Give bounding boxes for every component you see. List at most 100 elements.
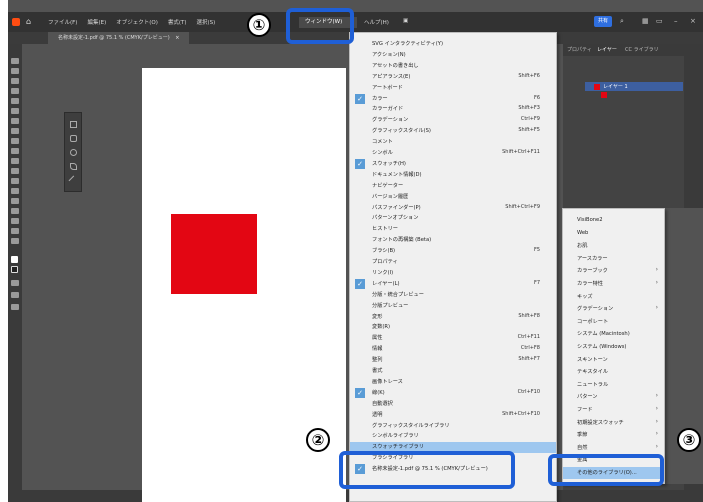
menu-item[interactable]: グラフィックスタイル(S) Shift+F5 <box>350 126 556 137</box>
eraser-tool-icon[interactable] <box>11 138 19 144</box>
workspace-icon[interactable]: ▦ <box>642 17 649 25</box>
blend-tool-icon[interactable] <box>11 188 19 194</box>
submenu-item[interactable]: カラー特性 › <box>563 278 664 290</box>
menu-item[interactable]: カラーガイド Shift+F3 <box>350 104 556 115</box>
menu-item[interactable]: アピアランス(E) Shift+F6 <box>350 72 556 83</box>
menu-item[interactable]: 自動選択 <box>350 399 556 410</box>
tab-cc-libraries[interactable]: CC ライブラリ <box>625 46 659 53</box>
type-tool-icon[interactable] <box>11 118 19 124</box>
submenu-item[interactable]: コーポレート <box>563 316 664 328</box>
menu-item[interactable]: バージョン履歴 <box>350 192 556 203</box>
menu-item[interactable]: グラフィックスタイルライブラリ <box>350 421 556 432</box>
menu-item[interactable]: 分版プレビュー <box>350 301 556 312</box>
submenu-item[interactable]: カラーブック › <box>563 265 664 277</box>
menu-item[interactable]: パターンオプション <box>350 213 556 224</box>
tab-layers[interactable]: レイヤー <box>597 46 617 53</box>
submenu-item[interactable]: テキスタイル <box>563 366 664 378</box>
graph-tool-icon[interactable] <box>11 208 19 214</box>
menu-item[interactable]: シンボルライブラリ <box>350 431 556 442</box>
minimize-icon[interactable]: – <box>674 17 678 25</box>
menu-icon[interactable]: ▣ <box>403 18 408 26</box>
fill-color-icon[interactable] <box>11 256 18 263</box>
screen-mode-icon[interactable] <box>11 304 19 310</box>
curvature-tool-icon[interactable] <box>11 88 19 94</box>
menu-item[interactable]: 選択(S) <box>197 18 216 26</box>
submenu-item[interactable]: Web <box>563 228 664 240</box>
color-mode-icon[interactable] <box>11 280 19 286</box>
menu-item[interactable]: ヘルプ(H) <box>364 18 389 26</box>
rectangle-icon[interactable] <box>70 121 77 128</box>
menu-item[interactable]: 編集(E) <box>87 18 106 26</box>
arrange-icon[interactable]: ▭ <box>656 17 663 25</box>
submenu-item[interactable]: 自然 › <box>563 442 664 454</box>
menu-item[interactable]: 画像トレース <box>350 377 556 388</box>
menu-item[interactable]: ✓ 線(K) Ctrl+F10 <box>350 387 556 399</box>
submenu-item[interactable]: パターン › <box>563 391 664 403</box>
rotate-tool-icon[interactable] <box>11 128 19 134</box>
layer-row[interactable]: レイヤー 1 <box>585 82 683 91</box>
red-rectangle[interactable] <box>171 214 257 294</box>
line-icon[interactable] <box>68 175 79 186</box>
line-tool-icon[interactable] <box>11 108 19 114</box>
submenu-item[interactable]: システム (Windows) <box>563 341 664 353</box>
submenu-item[interactable]: お肌 <box>563 240 664 252</box>
submenu-item[interactable]: アースカラー <box>563 253 664 265</box>
submenu-item[interactable]: システム (Macintosh) <box>563 328 664 340</box>
menu-item[interactable]: ✓ カラー F6 <box>350 93 556 105</box>
menu-item[interactable]: リンク(I) <box>350 268 556 279</box>
menu-item[interactable]: 書式 <box>350 366 556 377</box>
submenu-item[interactable]: 初期設定スウォッチ › <box>563 417 664 429</box>
menu-item[interactable]: 属性 Ctrl+F11 <box>350 333 556 344</box>
menu-item[interactable]: ✓ レイヤー(L) F7 <box>350 278 556 290</box>
menu-item[interactable]: ファイル(F) <box>48 18 77 26</box>
menu-item[interactable]: オブジェクト(O) <box>116 18 158 26</box>
menu-item[interactable]: アクション(N) <box>350 50 556 61</box>
zoom-tool-icon[interactable] <box>11 238 19 244</box>
tab-properties[interactable]: プロパティ <box>567 46 592 53</box>
close-icon[interactable]: × <box>175 35 179 41</box>
menu-item[interactable]: 分版・統合プレビュー <box>350 290 556 301</box>
submenu-item[interactable]: フード › <box>563 404 664 416</box>
menu-item[interactable]: アセットの書き出し <box>350 61 556 72</box>
rectangle-tool-icon[interactable] <box>11 98 19 104</box>
menu-item[interactable]: ヒストリー <box>350 224 556 235</box>
home-icon[interactable]: ⌂ <box>26 17 31 26</box>
width-tool-icon[interactable] <box>11 158 19 164</box>
menu-item[interactable]: SVG インタラクティビティ(Y) <box>350 39 556 50</box>
symbol-sprayer-tool-icon[interactable] <box>11 198 19 204</box>
menu-item[interactable]: 変数(R) <box>350 322 556 333</box>
pen-tool-icon[interactable] <box>11 78 19 84</box>
shape-builder-tool-icon[interactable] <box>11 168 19 174</box>
polygon-icon[interactable] <box>70 163 77 170</box>
eyedropper-tool-icon[interactable] <box>11 178 19 184</box>
menu-item[interactable]: ナビゲーター <box>350 181 556 192</box>
menu-item[interactable]: シンボル Shift+Ctrl+F11 <box>350 148 556 159</box>
menu-item[interactable]: アートボード <box>350 83 556 94</box>
submenu-item[interactable]: ニュートラル <box>563 379 664 391</box>
menu-item[interactable]: 整列 Shift+F7 <box>350 355 556 366</box>
document-tab[interactable]: 名称未設定-1.pdf @ 75.1 % (CMYK/プレビュー) × <box>48 32 190 44</box>
scale-tool-icon[interactable] <box>11 148 19 154</box>
submenu-item[interactable]: 季節 › <box>563 429 664 441</box>
menu-item[interactable]: 変形 Shift+F8 <box>350 312 556 323</box>
menu-item[interactable]: ドキュメント情報(D) <box>350 170 556 181</box>
menu-item[interactable]: グラデーション Ctrl+F9 <box>350 115 556 126</box>
menu-item[interactable]: フォントの再構築 (Beta) <box>350 235 556 246</box>
menu-item[interactable]: 透明 Shift+Ctrl+F10 <box>350 410 556 421</box>
selection-tool-icon[interactable] <box>11 58 19 64</box>
artboard-tool-icon[interactable] <box>11 218 19 224</box>
menu-item[interactable]: ブラシ(B) F5 <box>350 246 556 257</box>
stroke-color-icon[interactable] <box>11 266 18 273</box>
share-button[interactable]: 共有 <box>594 16 612 27</box>
close-window-icon[interactable]: × <box>690 17 696 25</box>
search-icon[interactable]: ⌕ <box>620 17 624 26</box>
submenu-item[interactable]: キッズ <box>563 291 664 303</box>
menu-item[interactable]: コメント <box>350 137 556 148</box>
hand-tool-icon[interactable] <box>11 228 19 234</box>
direct-selection-tool-icon[interactable] <box>11 68 19 74</box>
menu-item[interactable]: 書式(T) <box>168 18 187 26</box>
menu-item[interactable]: パスファインダー(P) Shift+Ctrl+F9 <box>350 203 556 214</box>
menu-item[interactable]: プロパティ <box>350 257 556 268</box>
draw-mode-icon[interactable] <box>11 292 19 298</box>
rounded-rectangle-icon[interactable] <box>70 135 77 142</box>
